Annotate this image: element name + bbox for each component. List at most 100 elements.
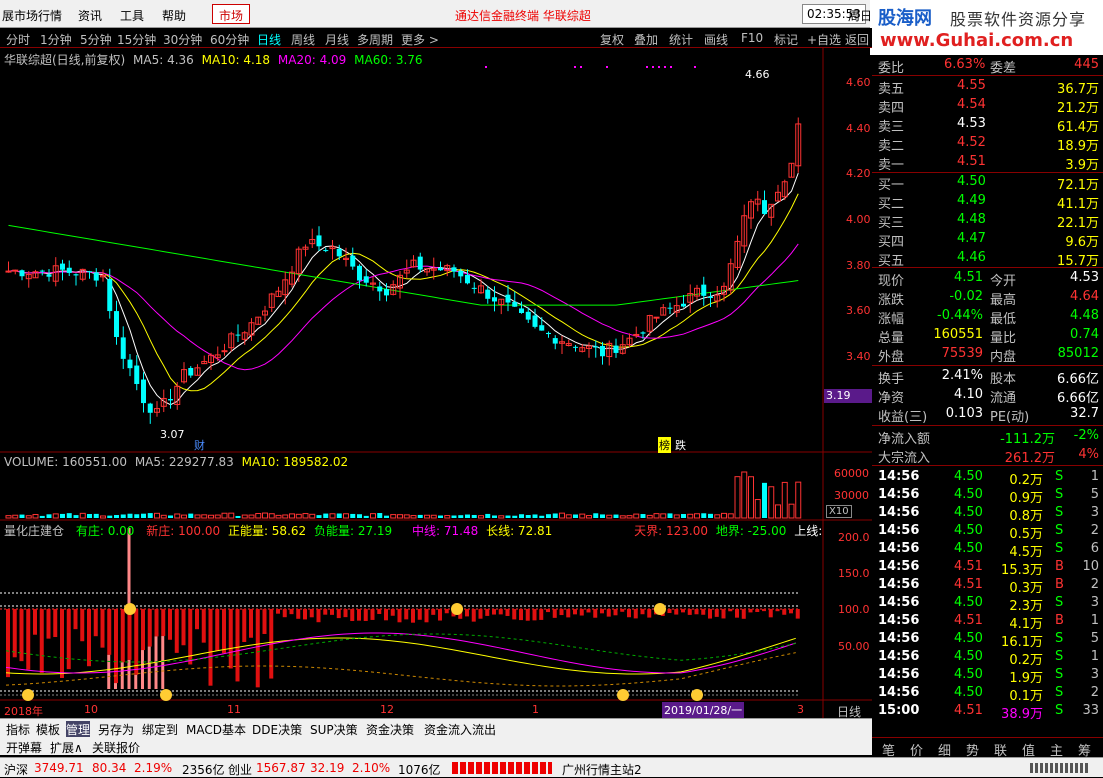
sh-value: 3749.71 <box>34 761 84 775</box>
face-icon <box>654 603 666 615</box>
menu-market[interactable]: 展市场行情 <box>2 7 62 24</box>
stat-label: 流通 <box>990 391 1017 406</box>
tab-zijin[interactable]: 资金决策 <box>366 721 414 738</box>
tick-time: 14:56 <box>878 649 920 664</box>
action-biaoji[interactable]: 标记 <box>774 31 798 48</box>
indicator-bar <box>465 609 469 617</box>
buy-row[interactable]: 买四 4.47 9.6万 <box>872 230 1103 250</box>
tab-guanlian[interactable]: 关联报价 <box>92 739 140 756</box>
tick-row[interactable]: 14:56 4.50 0.9万 S 5 <box>872 486 1103 506</box>
tab-moban[interactable]: 模板 <box>36 721 60 738</box>
action-tongji[interactable]: 统计 <box>669 31 693 48</box>
buy-row[interactable]: 买一 4.50 72.1万 <box>872 173 1103 193</box>
indicator-bar <box>181 609 186 646</box>
tab-zijinliu[interactable]: 资金流入流出 <box>424 721 496 738</box>
tick-row[interactable]: 14:56 4.50 0.5万 S 2 <box>872 522 1103 542</box>
stock-title[interactable]: 华联综超(日线,前复权) <box>4 53 125 67</box>
buy-row[interactable]: 买五 4.46 15.7万 <box>872 249 1103 269</box>
action-zixuan[interactable]: +自选 <box>807 31 841 48</box>
sell-row[interactable]: 卖一 4.51 3.9万 <box>872 153 1103 173</box>
marker-bang[interactable]: 榜 <box>658 437 671 453</box>
tab-lingcun[interactable]: 另存为 <box>98 721 134 738</box>
tick-row[interactable]: 14:56 4.50 0.8万 S 3 <box>872 504 1103 524</box>
price-tick: 4.40 <box>846 122 871 135</box>
tick-row[interactable]: 14:56 4.51 15.3万 B 10 <box>872 558 1103 578</box>
indicator-bar <box>762 609 766 612</box>
tick-side: B <box>1055 613 1064 628</box>
marquee-text: 通达信金融终端 华联综超 <box>455 9 591 23</box>
tab-macd[interactable]: MACD基本 <box>186 721 246 738</box>
volume-bar <box>660 513 667 519</box>
volume-bar <box>444 515 451 519</box>
tab-guanli[interactable]: 管理 <box>66 721 91 738</box>
tab-bangding[interactable]: 绑定到 <box>142 721 178 738</box>
signal-dot <box>670 66 672 68</box>
indicator-bar <box>168 609 172 640</box>
menu-news[interactable]: 资讯 <box>78 7 102 24</box>
action-fanhui[interactable]: 返回 <box>845 31 869 48</box>
action-fuquan[interactable]: 复权 <box>600 31 624 48</box>
tick-price: 4.50 <box>954 505 983 520</box>
tab-danmu[interactable]: 开弹幕 <box>6 739 42 756</box>
volume-bar <box>194 514 201 519</box>
buy-volume: 22.1万 <box>1057 216 1099 231</box>
tab-dde[interactable]: DDE决策 <box>252 721 302 738</box>
tab-zhibiao[interactable]: 指标 <box>6 721 30 738</box>
tick-row[interactable]: 14:56 4.50 4.5万 S 6 <box>872 540 1103 560</box>
tick-row[interactable]: 14:56 4.50 1.9万 S 3 <box>872 666 1103 686</box>
period-1min[interactable]: 1分钟 <box>40 31 72 48</box>
volume-bar <box>282 514 289 519</box>
indicator-bar <box>714 609 719 617</box>
marker-cai[interactable]: 财 <box>194 437 205 453</box>
tick-row[interactable]: 14:56 4.50 2.3万 S 3 <box>872 594 1103 614</box>
period-daily[interactable]: 日线 <box>257 31 281 48</box>
kline-chart-area[interactable]: 华联综超(日线,前复权) MA5: 4.36 MA10: 4.18 MA20: … <box>0 48 872 719</box>
buy-row[interactable]: 买三 4.48 22.1万 <box>872 211 1103 231</box>
signal-dot <box>580 66 582 68</box>
tick-row[interactable]: 14:56 4.50 0.2万 S 1 <box>872 468 1103 488</box>
action-f10[interactable]: F10 <box>741 31 763 45</box>
volume-bar <box>410 515 417 519</box>
sell-row[interactable]: 卖四 4.54 21.2万 <box>872 96 1103 116</box>
tick-row[interactable]: 15:00 4.51 38.9万 S 33 <box>872 702 1103 722</box>
period-30min[interactable]: 30分钟 <box>163 31 202 48</box>
status-bar: 沪深 3749.71 80.34 2.19% 2356亿 创业 1567.87 … <box>0 757 1103 777</box>
server-name[interactable]: 广州行情主站2 <box>562 761 642 778</box>
period-monthly[interactable]: 月线 <box>325 31 349 48</box>
period-more[interactable]: 更多 > <box>401 31 439 48</box>
period-multi[interactable]: 多周期 <box>357 31 393 48</box>
tick-row[interactable]: 14:56 4.50 0.1万 S 2 <box>872 684 1103 704</box>
indicator-bar <box>681 609 685 613</box>
sell-row[interactable]: 卖五 4.55 36.7万 <box>872 77 1103 97</box>
indicator-bar <box>296 609 301 619</box>
market-tab[interactable]: 市场 <box>212 4 251 24</box>
tick-row[interactable]: 14:56 4.50 0.2万 S 1 <box>872 648 1103 668</box>
tick-row[interactable]: 14:56 4.50 16.1万 S 5 <box>872 630 1103 650</box>
tick-row[interactable]: 14:56 4.51 0.3万 B 2 <box>872 576 1103 596</box>
period-5min[interactable]: 5分钟 <box>80 31 112 48</box>
buy-row[interactable]: 买二 4.49 41.1万 <box>872 192 1103 212</box>
indicator-bar <box>336 609 341 619</box>
period-weekly[interactable]: 周线 <box>291 31 315 48</box>
sell-row[interactable]: 卖三 4.53 61.4万 <box>872 115 1103 135</box>
indicator-bar <box>640 609 645 615</box>
indicator-bar <box>309 609 314 618</box>
action-huaxian[interactable]: 画线 <box>704 31 728 48</box>
tab-kuozhan[interactable]: 扩展∧ <box>50 739 83 756</box>
period-fenshi[interactable]: 分时 <box>6 31 30 48</box>
indicator-title[interactable]: 量化庄建仓 <box>4 524 64 538</box>
sell-price: 4.54 <box>957 97 986 112</box>
menu-tools[interactable]: 工具 <box>120 7 144 24</box>
tick-row[interactable]: 14:56 4.51 4.1万 B 1 <box>872 612 1103 632</box>
sell-row[interactable]: 卖二 4.52 18.9万 <box>872 134 1103 154</box>
tab-sup[interactable]: SUP决策 <box>310 721 358 738</box>
period-60min[interactable]: 60分钟 <box>210 31 249 48</box>
stat-label: 换手 <box>878 372 905 387</box>
stat-value: 2.41% <box>941 368 983 383</box>
indicator-bar <box>492 609 496 615</box>
kline-chart-svg[interactable] <box>0 48 872 718</box>
menu-help[interactable]: 帮助 <box>162 7 186 24</box>
action-diejia[interactable]: 叠加 <box>634 31 658 48</box>
period-15min[interactable]: 15分钟 <box>117 31 156 48</box>
marker-die[interactable]: 跌 <box>675 437 686 453</box>
